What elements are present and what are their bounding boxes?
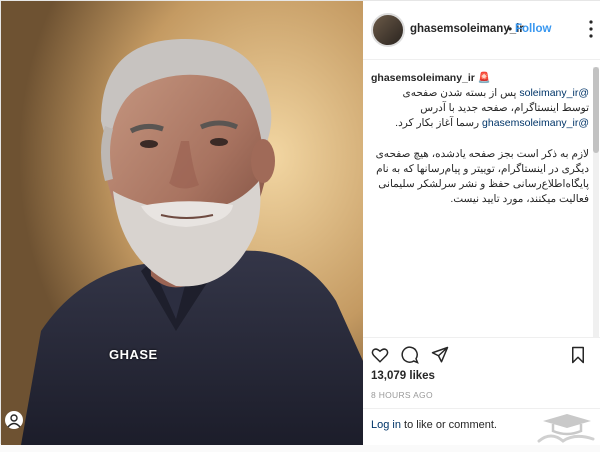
photo-watermark: GHASE xyxy=(109,347,158,362)
action-bar xyxy=(363,337,600,368)
caption: ghasemsoleimany_ir 🚨 @soleimany_ir پس از… xyxy=(371,71,589,207)
portrait-illustration xyxy=(1,1,363,445)
instagram-post: GHASE ghasemsoleimany_ir • Follow ghasem… xyxy=(0,0,600,445)
post-sidebar: ghasemsoleimany_ir • Follow ghasemsoleim… xyxy=(363,1,600,445)
caption-username-emoji: 🚨 xyxy=(477,72,491,84)
caption-paragraph-1: @soleimany_ir پس از بسته شدن صفحه‌ی توسط… xyxy=(371,86,589,131)
like-count[interactable]: 13,079 likes xyxy=(371,370,435,382)
site-watermark-logo xyxy=(533,411,599,447)
caption-username[interactable]: ghasemsoleimany_ir xyxy=(371,72,475,84)
caption-paragraph-2: لازم به ذکر است بجز صفحه یادشده، هیچ صفح… xyxy=(375,148,589,205)
heart-icon[interactable] xyxy=(371,346,389,364)
comment-icon[interactable] xyxy=(401,346,419,364)
header-username[interactable]: ghasemsoleimany_ir xyxy=(410,23,524,35)
caption-text-line-3: رسما آغاز بکار کرد. xyxy=(395,117,480,129)
post-footer: Log in to like or comment. xyxy=(363,408,600,446)
login-prompt: Log in to like or comment. xyxy=(371,419,497,431)
login-prompt-text: to like or comment. xyxy=(400,419,497,431)
avatar[interactable] xyxy=(371,13,405,47)
scrollbar-thumb[interactable] xyxy=(593,67,599,153)
post-header: ghasemsoleimany_ir • Follow xyxy=(363,1,600,60)
mention-link[interactable]: @ghasemsoleimany_ir xyxy=(482,117,589,129)
post-timestamp[interactable]: 8 HOURS AGO xyxy=(371,390,433,400)
caption-text-line-1: پس از بسته شدن صفحه‌ی xyxy=(402,87,517,99)
mention-link[interactable]: @soleimany_ir xyxy=(519,87,589,99)
post-photo[interactable]: GHASE xyxy=(1,1,363,445)
tag-badge-icon[interactable] xyxy=(5,411,23,429)
comments-scrollbar[interactable] xyxy=(593,67,599,337)
header-separator: • xyxy=(508,22,513,36)
share-icon[interactable] xyxy=(431,346,449,364)
follow-button[interactable]: Follow xyxy=(515,23,551,35)
bookmark-icon[interactable] xyxy=(569,346,587,364)
caption-author-line: ghasemsoleimany_ir 🚨 xyxy=(371,71,589,86)
caption-text-line-2: توسط اینستاگرام، صفحه جدید با آدرس xyxy=(420,102,589,114)
login-link[interactable]: Log in xyxy=(371,419,401,431)
more-options-icon[interactable] xyxy=(584,19,598,44)
